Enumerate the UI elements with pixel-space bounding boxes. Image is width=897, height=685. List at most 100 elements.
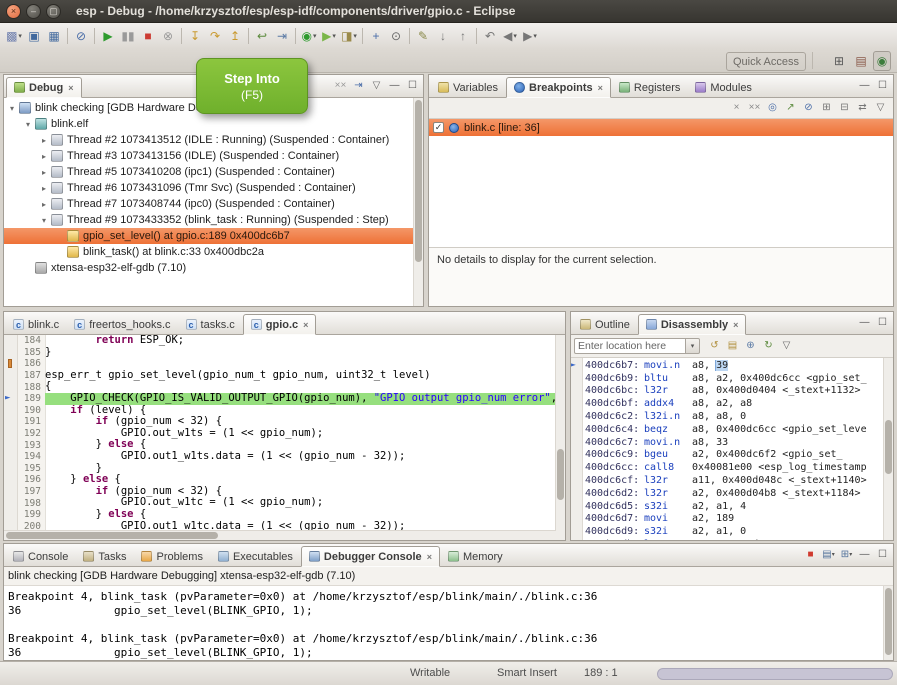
close-tab-icon[interactable]: × <box>68 83 73 93</box>
tree-row[interactable]: ▸ Thread #6 1073431096 (Tmr Svc) (Suspen… <box>4 180 423 196</box>
disassembly-line[interactable]: ► 400dc6c2: l32i.n a8, a8, 0 <box>571 410 884 423</box>
disassembly-line[interactable]: ► 400dc6b7: movi.n a8, 39 <box>571 359 884 372</box>
code-line[interactable]: ► 189 GPIO_CHECK(GPIO_IS_VALID_OUTPUT_GP… <box>4 393 556 405</box>
tree-row[interactable]: ▾ blink.elf <box>4 116 423 132</box>
show-breakpoints-supported-icon[interactable]: ◎ <box>764 100 781 117</box>
save-icon[interactable]: ▣ ▾ <box>24 26 44 46</box>
disassembly-line[interactable]: ► 400dc6cc: call8 0x40081e00 <esp_log_ti… <box>571 461 884 474</box>
tree-row[interactable]: ▸ Thread #2 1073413512 (IDLE : Running) … <box>4 132 423 148</box>
code-line[interactable]: ► 197 if (gpio_num < 32) { <box>4 486 556 498</box>
sync-with-context-icon[interactable]: ↺ <box>706 338 723 355</box>
forward-icon[interactable]: ▶ ▾ <box>520 26 540 46</box>
view-menu-icon[interactable]: ▽ <box>368 77 385 94</box>
minimize-icon[interactable]: — <box>856 77 873 94</box>
quick-access-button[interactable]: Quick Access <box>726 52 806 71</box>
expand-all-icon[interactable]: ⊞ <box>818 100 835 117</box>
maximize-icon[interactable]: ☐ <box>874 314 891 331</box>
drop-to-frame-icon[interactable]: ↩ ▾ <box>252 26 272 46</box>
suspend-icon[interactable]: ▮▮ ▾ <box>118 26 138 46</box>
tab-console[interactable]: Console × <box>6 547 75 566</box>
tab-outline[interactable]: Outline × <box>573 315 637 334</box>
maximize-icon[interactable]: ☐ <box>874 77 891 94</box>
disassembly-line[interactable]: ► 400dc6d2: l32r a2, 0x400d04b8 <_stext+… <box>571 487 884 500</box>
run-icon[interactable]: ▶ ▾ <box>319 26 339 46</box>
collapse-all-icon[interactable]: ⊟ <box>836 100 853 117</box>
close-tab-icon[interactable]: × <box>427 552 432 562</box>
go-to-file-icon[interactable]: ↗ <box>782 100 799 117</box>
tree-row[interactable]: ▸ Thread #7 1073408744 (ipc0) (Suspended… <box>4 196 423 212</box>
resume-icon[interactable]: ▶ ▾ <box>98 26 118 46</box>
scrollbar-thumb[interactable] <box>885 420 892 475</box>
tab-problems[interactable]: Problems × <box>134 547 209 566</box>
expander-icon[interactable]: ▸ <box>38 168 50 177</box>
instruction-stepping-mode-icon[interactable]: ⇥ <box>350 77 367 94</box>
disconnect-icon[interactable]: ⊗ ▾ <box>158 26 178 46</box>
step-return-icon[interactable]: ↥ ▾ <box>225 26 245 46</box>
new-wizard-icon[interactable]: ▩ ▾ <box>4 26 24 46</box>
instruction-stepping-icon[interactable]: ⇥ ▾ <box>272 26 292 46</box>
open-console-icon[interactable]: ⊞ ▾ <box>838 546 855 563</box>
toggle-mark-occurrences-icon[interactable]: ✎ ▾ <box>413 26 433 46</box>
display-selected-console-icon[interactable]: ▤ ▾ <box>820 546 837 563</box>
new-c-project-icon[interactable]: + ▾ <box>366 26 386 46</box>
combo-dropdown-icon[interactable]: ▾ <box>686 338 700 354</box>
maximize-button[interactable]: ▢ <box>46 4 61 19</box>
step-into-icon[interactable]: ↧ ▾ <box>185 26 205 46</box>
code-line[interactable]: ► 185 } <box>4 347 556 359</box>
tree-row[interactable]: xtensa-esp32-elf-gdb (7.10) <box>4 260 423 276</box>
minimize-icon[interactable]: — ▾ <box>856 546 873 563</box>
save-all-icon[interactable]: ▦ ▾ <box>44 26 64 46</box>
previous-annotation-icon[interactable]: ↑ ▾ <box>453 26 473 46</box>
show-symbols-icon[interactable]: ⊕ <box>742 338 759 355</box>
close-tab-icon[interactable]: × <box>303 320 308 330</box>
view-menu-icon[interactable]: ▽ <box>778 338 795 355</box>
tab-executables[interactable]: Executables × <box>211 547 300 566</box>
disassembly-line[interactable]: ► 400dc6c7: movi.n a8, 33 <box>571 436 884 449</box>
expander-icon[interactable]: ▸ <box>38 184 50 193</box>
scrollbar-thumb[interactable] <box>885 588 892 655</box>
expander-icon[interactable]: ▾ <box>22 120 34 129</box>
tab-breakpoints[interactable]: Breakpoints × <box>506 77 611 98</box>
disassembly-line[interactable]: ► 400dc6d7: movi a2, 189 <box>571 513 884 526</box>
code-line[interactable]: ► 195 } <box>4 463 556 475</box>
view-menu-icon[interactable]: ▽ <box>872 100 889 117</box>
code-line[interactable]: ► 188 { <box>4 381 556 393</box>
code-editor[interactable]: ► 184 return ESP_OK; ► 185 } ► 186 ► 1 <box>4 335 565 540</box>
tab-tasks-c[interactable]: tasks.c × <box>179 315 242 334</box>
disassembly-line[interactable]: ► 400dc6db: l32r a15, 0x400d04c0 <_stext… <box>571 538 884 540</box>
remove-all-breakpoints-icon[interactable]: ×× <box>746 100 763 117</box>
minimize-icon[interactable]: — <box>386 77 403 94</box>
expander-icon[interactable]: ▾ <box>6 104 18 113</box>
location-combo[interactable]: Enter location here <box>574 338 686 354</box>
scrollbar-thumb[interactable] <box>415 100 422 262</box>
scrollbar-thumb[interactable] <box>6 532 218 539</box>
open-perspective-icon[interactable]: ⊞ <box>829 51 849 71</box>
disassembly-view[interactable]: ► 400dc6b7: movi.n a8, 39 ► 400dc6b9: bl… <box>571 358 893 540</box>
step-over-icon[interactable]: ↷ ▾ <box>205 26 225 46</box>
disassembly-line[interactable]: ► 400dc6bc: l32r a8, 0x400d0404 <_stext+… <box>571 385 884 398</box>
maximize-icon[interactable]: ☐ <box>404 77 421 94</box>
remove-all-terminated-icon[interactable]: ×× <box>332 77 349 94</box>
disassembly-line[interactable]: ► 400dc6d5: s32i a2, a1, 4 <box>571 500 884 513</box>
tree-row[interactable]: gpio_set_level() at gpio.c:189 0x400dc6b… <box>4 228 423 244</box>
refresh-view-icon[interactable]: ↻ <box>760 338 777 355</box>
minimize-button[interactable]: – <box>26 4 41 19</box>
minimize-icon[interactable]: — <box>856 314 873 331</box>
disassembly-line[interactable]: ► 400dc6bf: addx4 a8, a2, a8 <box>571 397 884 410</box>
tree-row[interactable]: blink_task() at blink.c:33 0x400dbc2a <box>4 244 423 260</box>
tab-tasks[interactable]: Tasks × <box>76 547 133 566</box>
tab-gpio-c[interactable]: gpio.c × <box>243 314 317 335</box>
back-icon[interactable]: ◀ ▾ <box>500 26 520 46</box>
next-annotation-icon[interactable]: ↓ ▾ <box>433 26 453 46</box>
tab-variables[interactable]: Variables × <box>431 78 505 97</box>
code-line[interactable]: ► 196 } else { <box>4 474 556 486</box>
scrollbar-thumb[interactable] <box>557 449 564 500</box>
code-line[interactable]: ► 192 GPIO.out_w1ts = (1 << gpio_num); <box>4 428 556 440</box>
tab-modules[interactable]: Modules × <box>688 78 759 97</box>
tree-row[interactable]: ▸ Thread #3 1073413156 (IDLE) (Suspended… <box>4 148 423 164</box>
disassembly-line[interactable]: ► 400dc6b9: bltu a8, a2, 0x400dc6cc <gpi… <box>571 372 884 385</box>
tree-row[interactable]: ▾ Thread #9 1073433352 (blink_task : Run… <box>4 212 423 228</box>
code-line[interactable]: ► 198 GPIO.out_w1tc = (1 << gpio_num); <box>4 497 556 509</box>
code-line[interactable]: ► 184 return ESP_OK; <box>4 335 556 347</box>
show-source-icon[interactable]: ▤ <box>724 338 741 355</box>
